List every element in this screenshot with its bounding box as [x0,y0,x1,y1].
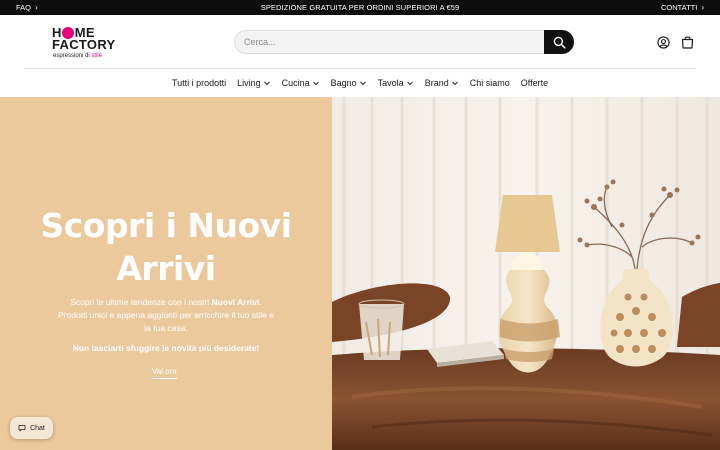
nav-label: Brand [424,78,449,88]
nav-label: Bagno [330,78,357,88]
hero-desc-bold: Nuovi Arrivi [211,297,260,307]
hero-image [332,97,720,450]
home-factory-logo[interactable]: H ME FACTORY espressioni di stile [52,25,132,61]
nav-item-brand[interactable]: Brand [425,74,459,92]
nav-label: Offerte [520,78,549,88]
chat-bubble-icon [18,425,26,432]
nav-label: Tavola [377,78,404,88]
shopping-bag-icon [681,36,693,49]
account-button[interactable] [656,35,670,49]
nav-label: Cucina [281,78,310,88]
nav-item-offerte[interactable]: Offerte [521,74,548,92]
hero-title: Scopri i Nuovi Arrivi [40,206,292,288]
search-button[interactable] [544,30,574,54]
nav-label: Living [237,78,261,88]
search-input[interactable] [234,30,550,54]
cart-button[interactable] [680,35,694,49]
contacts-label: CONTATTI [660,3,698,12]
chat-button[interactable]: Chat [10,417,53,439]
user-icon [656,35,670,49]
contacts-link[interactable]: CONTATTI › [661,3,704,12]
header-divider [24,68,696,69]
nav-item-tavola[interactable]: Tavola [378,74,414,92]
header-actions [656,35,694,49]
nav-item-living[interactable]: Living [237,74,271,92]
chevron-down-icon [451,81,458,86]
vai-ora-link[interactable]: Vai ora [152,367,177,379]
nav-item-chi-siamo[interactable]: Chi siamo [470,74,510,92]
search-icon [553,36,566,49]
hero-product-photo [332,97,720,450]
drinking-glass [358,299,405,360]
tagline-text: espressioni di [53,53,92,59]
shipping-announcement: SPEDIZIONE GRATUITA PER ORDINI SUPERIORI… [260,3,460,12]
nav-item-bagno[interactable]: Bagno [331,74,367,92]
nav-label: Chi siamo [469,78,510,88]
hero-desc-start: Scopri le ultime tendenze con i nostri [70,297,212,307]
logo-tagline: espressioni di stile [53,53,102,59]
logo-line2: FACTORY [52,37,116,52]
nav-label: Tutti i prodotti [171,78,227,88]
chevron-down-icon [312,81,319,86]
chat-label: Chat [30,424,45,432]
chevron-down-icon [263,81,270,86]
chevron-down-icon [406,81,413,86]
chevron-down-icon [359,81,366,86]
site-header: H ME FACTORY espressioni di stile Cerca.… [0,15,720,97]
chevron-right-icon: › [701,2,704,12]
main-navigation: Tutti i prodotti Living Cucina Bagno Tav… [0,74,720,92]
nav-item-all-products[interactable]: Tutti i prodotti [172,74,226,92]
hero-description: Scopri le ultime tendenze con i nostri N… [56,296,276,334]
nav-item-cucina[interactable]: Cucina [282,74,320,92]
tagline-highlight: stile [91,53,103,59]
hero-text-panel: Scopri i Nuovi Arrivi Scopri le ultime t… [0,97,332,450]
hero-cta-text: Non lasciarti sfuggire le novità più des… [72,343,260,353]
announcement-bar: FAQ › SPEDIZIONE GRATUITA PER ORDINI SUP… [0,0,720,15]
search-bar [234,30,574,54]
